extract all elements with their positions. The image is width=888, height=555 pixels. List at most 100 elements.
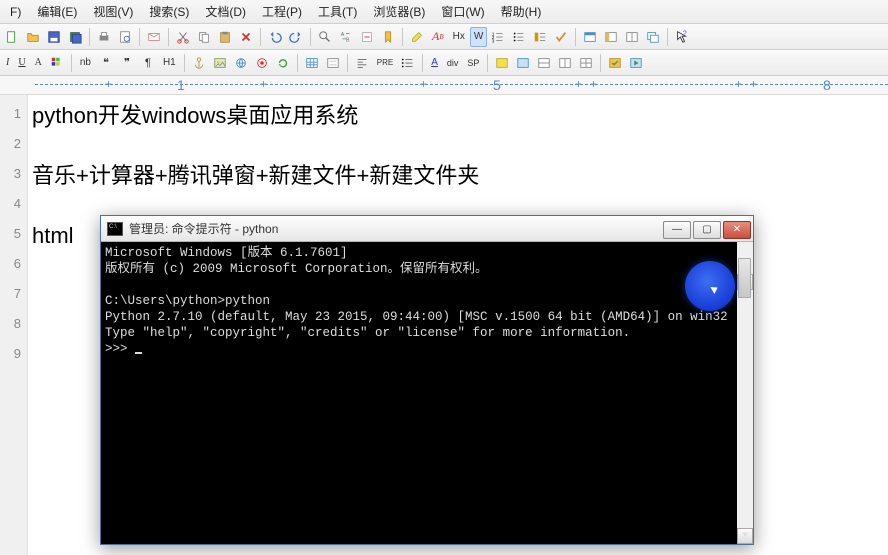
goto-button[interactable] xyxy=(357,27,377,47)
line-number: 5 xyxy=(0,219,27,249)
print-button[interactable] xyxy=(94,27,114,47)
menu-view[interactable]: 视图(V) xyxy=(85,1,141,22)
target-button[interactable] xyxy=(252,53,272,73)
text-line xyxy=(32,131,884,161)
table-button[interactable] xyxy=(302,53,322,73)
wordwrap-button[interactable]: W xyxy=(470,27,487,47)
copy-button[interactable] xyxy=(194,27,214,47)
line-number: 9 xyxy=(0,339,27,369)
separator xyxy=(184,54,185,72)
text-line: python开发windows桌面应用系统 xyxy=(32,101,884,131)
pre-button[interactable]: PRE xyxy=(373,53,397,73)
toolbar-1: AB AB Hx W 123 ? xyxy=(0,24,888,50)
run-button[interactable] xyxy=(626,53,646,73)
line-number: 1 xyxy=(0,99,27,129)
delete-button[interactable] xyxy=(236,27,256,47)
horizontal-ruler: + 1 + + 5 + + + + 8 xyxy=(0,76,888,95)
new-file-button[interactable] xyxy=(2,27,22,47)
toggle1-button[interactable] xyxy=(492,53,512,73)
toggle2-button[interactable] xyxy=(513,53,533,73)
split-button[interactable] xyxy=(622,27,642,47)
h1-button[interactable]: H1 xyxy=(159,53,180,73)
panel-button[interactable] xyxy=(601,27,621,47)
cmd-line: 版权所有 (c) 2009 Microsoft Corporation。保留所有… xyxy=(105,262,488,276)
bookmark-button[interactable] xyxy=(378,27,398,47)
color-picker-button[interactable] xyxy=(47,53,67,73)
list-button[interactable] xyxy=(398,53,418,73)
menu-document[interactable]: 文档(D) xyxy=(197,1,254,22)
line-number: 6 xyxy=(0,249,27,279)
nbsp-button[interactable]: nb xyxy=(76,53,95,73)
image-button[interactable] xyxy=(210,53,230,73)
menu-help[interactable]: 帮助(H) xyxy=(493,1,550,22)
list-bullet-button[interactable] xyxy=(509,27,529,47)
underline-button[interactable]: U xyxy=(14,53,29,73)
toggle5-button[interactable] xyxy=(576,53,596,73)
cmd-icon xyxy=(107,222,123,236)
menu-tools[interactable]: 工具(T) xyxy=(310,1,365,22)
font-size-button[interactable]: AB xyxy=(428,27,448,47)
toggle3-button[interactable] xyxy=(534,53,554,73)
span-tag-button[interactable]: SP xyxy=(463,53,483,73)
text-left-button[interactable] xyxy=(352,53,372,73)
email-button[interactable] xyxy=(144,27,164,47)
cut-button[interactable] xyxy=(173,27,193,47)
paste-button[interactable] xyxy=(215,27,235,47)
menu-file-suffix[interactable]: F) xyxy=(2,3,29,21)
paragraph-button[interactable]: ¶ xyxy=(138,53,158,73)
refresh-button[interactable] xyxy=(273,53,293,73)
quote-left-button[interactable]: ❝ xyxy=(96,53,116,73)
separator xyxy=(575,28,576,46)
quote-right-button[interactable]: ❞ xyxy=(117,53,137,73)
toggle4-button[interactable] xyxy=(555,53,575,73)
window-button[interactable] xyxy=(580,27,600,47)
cmd-title-bar[interactable]: 管理员: 命令提示符 - python — ▢ ✕ xyxy=(101,216,753,242)
new-window-button[interactable] xyxy=(643,27,663,47)
highlight-button[interactable] xyxy=(407,27,427,47)
minimize-button[interactable]: — xyxy=(663,221,691,239)
list-numbered-button[interactable]: 123 xyxy=(488,27,508,47)
separator xyxy=(667,28,668,46)
svg-text:A: A xyxy=(341,32,345,38)
heading-hx-button[interactable]: Hx xyxy=(449,27,469,47)
save-all-button[interactable] xyxy=(65,27,85,47)
save-button[interactable] xyxy=(44,27,64,47)
menu-edit[interactable]: 编辑(E) xyxy=(29,1,85,22)
scroll-thumb[interactable] xyxy=(738,258,751,298)
anchor-button[interactable] xyxy=(189,53,209,73)
cmd-line: Type "help", "copyright", "credits" or "… xyxy=(105,326,630,340)
scroll-down-button[interactable]: ▼ xyxy=(737,528,753,544)
find-button[interactable] xyxy=(315,27,335,47)
menu-window[interactable]: 窗口(W) xyxy=(433,1,492,22)
close-button[interactable]: ✕ xyxy=(723,221,751,239)
check-button[interactable] xyxy=(551,27,571,47)
separator xyxy=(600,54,601,72)
svg-text:?: ? xyxy=(683,30,687,37)
cmd-line: C:\Users\python>python xyxy=(105,294,270,308)
undo-button[interactable] xyxy=(265,27,285,47)
replace-button[interactable]: AB xyxy=(336,27,356,47)
menu-browser[interactable]: 浏览器(B) xyxy=(365,1,433,22)
command-prompt-window[interactable]: 管理员: 命令提示符 - python — ▢ ✕ Microsoft Wind… xyxy=(100,215,754,545)
a-tag-button[interactable]: A xyxy=(427,53,442,73)
indent-button[interactable] xyxy=(530,27,550,47)
print-preview-button[interactable] xyxy=(115,27,135,47)
ruler-mark-8: 8 xyxy=(823,77,831,93)
menu-search[interactable]: 搜索(S) xyxy=(141,1,197,22)
div-tag-button[interactable]: div xyxy=(443,53,463,73)
ruler-mark-5: 5 xyxy=(493,77,501,93)
cmd-output[interactable]: Microsoft Windows [版本 6.1.7601] 版权所有 (c)… xyxy=(101,242,753,544)
separator xyxy=(168,28,169,46)
menu-project[interactable]: 工程(P) xyxy=(254,1,310,22)
open-folder-button[interactable] xyxy=(23,27,43,47)
link-button[interactable] xyxy=(231,53,251,73)
cmd-scrollbar[interactable]: ▲ ▼ xyxy=(737,242,753,544)
maximize-button[interactable]: ▢ xyxy=(693,221,721,239)
help-cursor-button[interactable]: ? xyxy=(672,27,692,47)
cmd-line: Microsoft Windows [版本 6.1.7601] xyxy=(105,246,348,260)
font-color-button[interactable]: A xyxy=(31,53,46,73)
validate-button[interactable] xyxy=(605,53,625,73)
form-button[interactable] xyxy=(323,53,343,73)
redo-button[interactable] xyxy=(286,27,306,47)
italic-button[interactable]: I xyxy=(2,53,13,73)
